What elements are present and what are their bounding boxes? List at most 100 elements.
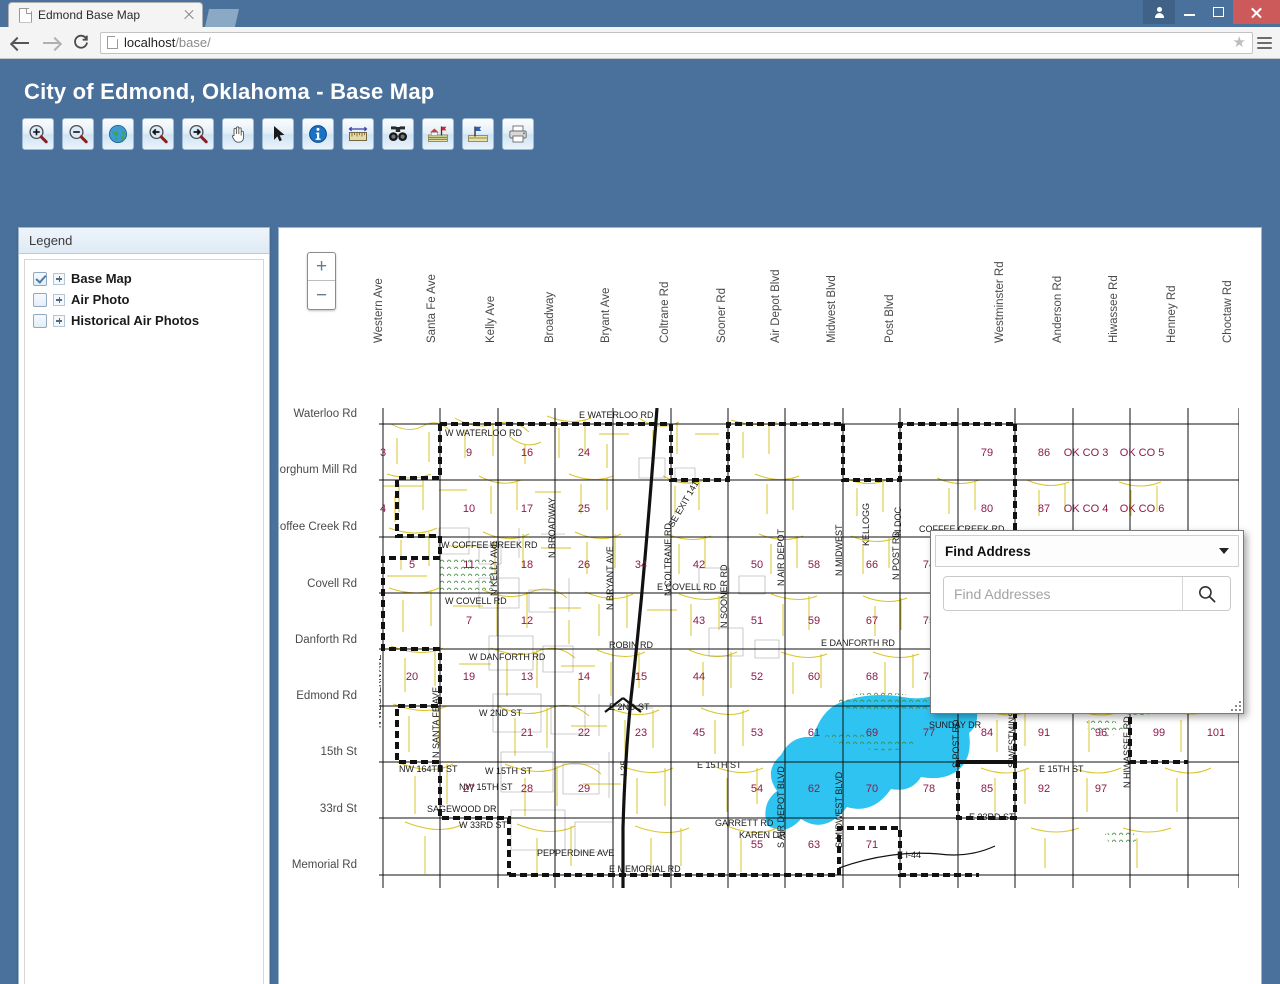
svg-text:15: 15: [635, 671, 647, 683]
legend-item-air-photo[interactable]: Air Photo: [31, 289, 257, 310]
svg-text:E DANFORTH RD: E DANFORTH RD: [821, 638, 895, 648]
svg-text:E 33RD ST: E 33RD ST: [969, 812, 1015, 822]
svg-text:Waterloo Rd: Waterloo Rd: [294, 408, 358, 420]
svg-text:62: 62: [808, 783, 820, 795]
svg-text:N BROADWAY: N BROADWAY: [547, 497, 557, 558]
layer-checkbox[interactable]: [33, 292, 47, 307]
layer-checkbox[interactable]: [33, 313, 47, 328]
layer-label: Air Photo: [71, 292, 130, 307]
svg-text:19: 19: [463, 671, 475, 683]
svg-text:71: 71: [866, 839, 878, 851]
legend-panel: Legend Base Map Air Photo Historical Air…: [18, 227, 270, 984]
svg-text:N WESTERN AVE: N WESTERN AVE: [373, 655, 383, 728]
full-extent-tool[interactable]: [102, 118, 134, 150]
svg-text:51: 51: [751, 615, 763, 627]
menu-icon[interactable]: [1257, 36, 1272, 49]
layer-checkbox[interactable]: [33, 271, 47, 286]
user-icon[interactable]: [1143, 0, 1175, 24]
legend-item-base-map[interactable]: Base Map: [31, 268, 257, 289]
expand-icon[interactable]: [53, 272, 65, 285]
svg-text:I-35: I-35: [619, 760, 629, 776]
page-title: City of Edmond, Oklahoma - Base Map: [24, 79, 435, 104]
maximize-button[interactable]: [1204, 0, 1233, 24]
workspace: Legend Base Map Air Photo Historical Air…: [18, 227, 1262, 984]
svg-text:23: 23: [635, 727, 647, 739]
svg-text:5: 5: [409, 559, 415, 571]
svg-text:99: 99: [1153, 727, 1165, 739]
svg-text:S POST RD: S POST RD: [951, 719, 961, 768]
svg-text:50: 50: [751, 559, 763, 571]
svg-text:45: 45: [693, 727, 705, 739]
expand-icon[interactable]: [53, 314, 65, 327]
page-icon: [107, 36, 118, 49]
svg-text:N AIR DEPOT: N AIR DEPOT: [776, 528, 786, 586]
svg-text:Memorial Rd: Memorial Rd: [292, 859, 357, 871]
svg-text:15th St: 15th St: [321, 746, 358, 758]
svg-text:85: 85: [981, 783, 993, 795]
browser-window: Edmond Base Map localhost/base/ ★ City o…: [0, 0, 1280, 984]
browser-tab[interactable]: Edmond Base Map: [8, 2, 203, 27]
find-address-input[interactable]: [944, 577, 1182, 610]
url-bar[interactable]: localhost/base/ ★: [100, 31, 1253, 54]
svg-text:14: 14: [578, 671, 590, 683]
svg-text:84: 84: [981, 727, 993, 739]
svg-text:OK CO 3: OK CO 3: [1064, 447, 1109, 459]
zoom-out-tool[interactable]: [62, 118, 94, 150]
forward-button[interactable]: [38, 30, 64, 56]
zoom-in-button[interactable]: +: [308, 253, 335, 281]
browser-titlebar: Edmond Base Map: [0, 0, 1280, 27]
svg-text:44: 44: [693, 671, 705, 683]
svg-text:E 2ND ST: E 2ND ST: [609, 702, 650, 712]
svg-text:54: 54: [751, 783, 763, 795]
search-button[interactable]: [1182, 577, 1230, 610]
svg-text:W 15TH ST: W 15TH ST: [485, 766, 533, 776]
svg-text:69: 69: [866, 727, 878, 739]
back-button[interactable]: [8, 30, 34, 56]
svg-text:80: 80: [981, 503, 993, 515]
next-extent-tool[interactable]: [182, 118, 214, 150]
dialog-title: Find Address: [945, 543, 1031, 559]
svg-text:OK CO 5: OK CO 5: [1120, 447, 1165, 459]
close-icon[interactable]: [182, 8, 196, 22]
find-address-dialog[interactable]: Find Address: [930, 530, 1244, 714]
svg-text:E I-44: E I-44: [897, 850, 921, 860]
window-controls: [1143, 0, 1280, 24]
previous-extent-tool[interactable]: [142, 118, 174, 150]
svg-text:26: 26: [578, 559, 590, 571]
svg-text:91: 91: [1038, 727, 1050, 739]
pan-tool[interactable]: [222, 118, 254, 150]
reload-button[interactable]: [68, 30, 94, 56]
svg-text:S MIDWEST BLVD: S MIDWEST BLVD: [834, 771, 844, 848]
select-tool[interactable]: [262, 118, 294, 150]
svg-text:ROBIN RD: ROBIN RD: [609, 640, 654, 650]
close-window-button[interactable]: [1233, 0, 1280, 24]
legend-item-historical-air-photos[interactable]: Historical Air Photos: [31, 310, 257, 331]
svg-text:Western Ave: Western Ave: [373, 278, 385, 343]
svg-text:79: 79: [981, 447, 993, 459]
identify-tool[interactable]: [302, 118, 334, 150]
svg-text:Hiwassee Rd: Hiwassee Rd: [1108, 275, 1120, 343]
print-tool[interactable]: [502, 118, 534, 150]
zoom-out-button[interactable]: −: [308, 281, 335, 309]
svg-text:N BRYANT AVE: N BRYANT AVE: [605, 546, 615, 610]
svg-text:Anderson Rd: Anderson Rd: [1052, 276, 1064, 343]
svg-text:Coffee Creek Rd: Coffee Creek Rd: [279, 521, 357, 533]
new-tab-button[interactable]: [205, 9, 239, 27]
measure-tool[interactable]: [342, 118, 374, 150]
bookmark-star-icon[interactable]: ★: [1233, 35, 1246, 50]
minimize-button[interactable]: [1175, 0, 1204, 24]
svg-text:28: 28: [521, 783, 533, 795]
find-address-header[interactable]: Find Address: [935, 535, 1239, 567]
find-tool[interactable]: [382, 118, 414, 150]
add-feature-tool[interactable]: [422, 118, 454, 150]
zoom-in-tool[interactable]: [22, 118, 54, 150]
resize-grip[interactable]: [1229, 699, 1241, 711]
url-text: localhost/base/: [124, 35, 211, 50]
chevron-down-icon[interactable]: [1219, 548, 1229, 554]
svg-text:N POST RD: N POST RD: [891, 531, 901, 580]
marker-tool[interactable]: [462, 118, 494, 150]
map-panel[interactable]: Western Ave Santa Fe Ave Kelly Ave Broad…: [278, 227, 1262, 984]
svg-text:29: 29: [578, 783, 590, 795]
expand-icon[interactable]: [53, 293, 65, 306]
svg-text:Edmond Rd: Edmond Rd: [296, 690, 357, 702]
